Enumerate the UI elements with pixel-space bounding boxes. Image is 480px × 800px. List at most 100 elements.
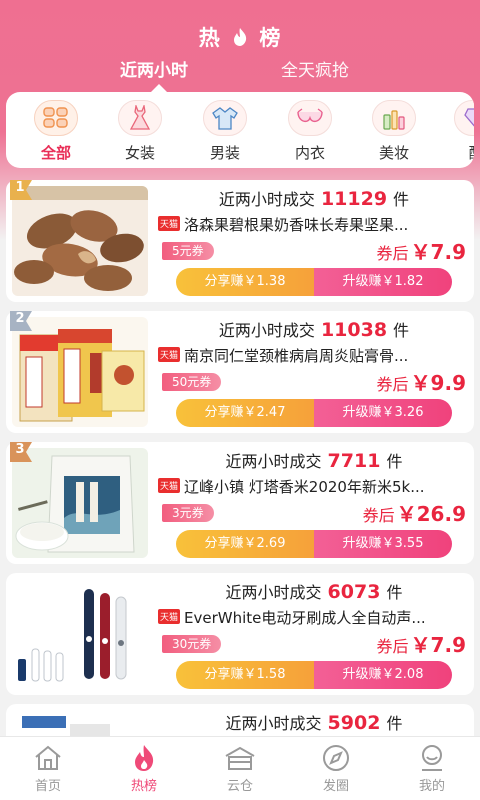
deal-line: 近两小时成交 5902 件	[156, 710, 472, 734]
rank-number: 2	[15, 311, 25, 326]
category-underwear[interactable]: 内衣	[280, 100, 340, 163]
rank-number: 3	[15, 442, 25, 457]
nav-home[interactable]: 首页	[0, 743, 96, 794]
deal-line: 近两小时成交 6073 件	[156, 579, 472, 603]
home-icon	[0, 743, 96, 773]
flame-icon	[96, 743, 192, 773]
dress-icon	[118, 100, 162, 136]
tmall-badge: 天猫	[158, 347, 181, 362]
price-after-coupon: 券后 ￥9.9	[377, 367, 466, 396]
after-label: 券后	[362, 506, 395, 525]
product-name[interactable]: 天猫 南京同仁堂颈椎病肩周炎贴膏骨...	[158, 345, 458, 366]
coupon-badge: 50元券	[162, 373, 222, 391]
upgrade-earn-button[interactable]: 升级赚￥3.55	[314, 530, 452, 558]
deal-line: 近两小时成交 11129 件	[156, 186, 472, 210]
product-title: 南京同仁堂颈椎病肩周炎贴膏骨...	[184, 347, 409, 365]
after-label: 券后	[376, 375, 409, 394]
deal-prefix: 近两小时成交	[225, 452, 322, 471]
deal-unit: 件	[386, 583, 403, 602]
coupon-badge: 30元券	[162, 635, 222, 653]
tab-all-day[interactable]: 全天疯抢	[281, 56, 349, 81]
deal-line: 近两小时成交 7711 件	[156, 448, 472, 472]
product-name[interactable]: 天猫 辽峰小镇 灯塔香米2020年新米5k...	[158, 476, 458, 497]
product-image-rice	[12, 448, 148, 558]
bottom-nav: 首页 热榜 云仓 发圈 我的	[0, 736, 480, 800]
nav-hot-list[interactable]: 热榜	[96, 743, 192, 794]
category-label: 男装	[209, 144, 240, 162]
product-image-toothbrush	[12, 579, 148, 689]
nav-moments[interactable]: 发圈	[288, 743, 384, 794]
upgrade-earn-button[interactable]: 升级赚￥1.82	[314, 268, 452, 296]
deal-unit: 件	[393, 190, 410, 209]
upgrade-earn-button[interactable]: 升级赚￥2.08	[314, 661, 452, 689]
jewelry-icon	[454, 100, 474, 136]
category-all[interactable]: 全部	[26, 100, 86, 163]
product-name[interactable]: 天猫 EverWhite电动牙刷成人全自动声...	[158, 607, 458, 628]
deal-unit: 件	[386, 452, 403, 471]
product-card[interactable]: 3 近两小时成交 7711 件 天猫 辽峰小镇 灯塔香米2020年新米5k... 3元…	[6, 442, 474, 564]
coupon-badge: 3元券	[162, 504, 214, 522]
deal-unit: 件	[386, 714, 403, 733]
deal-prefix: 近两小时成交	[225, 583, 322, 602]
compass-icon	[288, 743, 384, 773]
share-earn-button[interactable]: 分享赚￥1.38	[176, 268, 314, 296]
rank-number: 1	[15, 180, 25, 195]
price-value: ￥7.9	[410, 240, 466, 264]
deal-prefix: 近两小时成交	[218, 190, 315, 209]
deal-prefix: 近两小时成交	[218, 321, 315, 340]
cosmetics-icon	[372, 100, 416, 136]
product-card[interactable]: 近两小时成交 6073 件 天猫 EverWhite电动牙刷成人全自动声... 30元…	[6, 573, 474, 695]
title-left: 热	[198, 26, 221, 50]
nav-profile[interactable]: 我的	[384, 743, 480, 794]
rank-badge: 1	[8, 178, 36, 202]
upgrade-earn-button[interactable]: 升级赚￥3.26	[314, 399, 452, 427]
coupon-badge: 5元券	[162, 242, 214, 260]
deal-count: 11129	[320, 188, 388, 210]
category-makeup[interactable]: 美妆	[364, 100, 424, 163]
deal-count: 5902	[327, 712, 381, 734]
nav-label: 首页	[34, 779, 61, 794]
share-earn-button[interactable]: 分享赚￥2.69	[176, 530, 314, 558]
product-card[interactable]: 1 近两小时成交 11129 件 天猫 洛森果碧根果奶香味长寿果坚果... 5元券 券…	[6, 180, 474, 302]
share-earn-button[interactable]: 分享赚￥2.47	[176, 399, 314, 427]
category-men[interactable]: 男装	[195, 100, 255, 163]
page-title: 热 榜	[0, 22, 480, 52]
category-label: 美妆	[378, 144, 409, 162]
deal-unit: 件	[393, 321, 410, 340]
shirt-icon	[203, 100, 247, 136]
title-right: 榜	[259, 26, 282, 50]
tab-two-hours[interactable]: 近两小时	[120, 56, 188, 81]
nav-cloud-warehouse[interactable]: 云仓	[192, 743, 288, 794]
deal-prefix: 近两小时成交	[225, 714, 322, 733]
share-earn-button[interactable]: 分享赚￥1.58	[176, 661, 314, 689]
price-value: ￥9.9	[410, 371, 466, 395]
price-after-coupon: 券后 ￥7.9	[377, 236, 466, 265]
rank-badge: 2	[8, 309, 36, 333]
product-image-pecans	[12, 186, 148, 296]
grid-icon	[34, 100, 78, 136]
nav-label: 热榜	[130, 779, 157, 794]
after-label: 券后	[376, 244, 409, 263]
product-title: 辽峰小镇 灯塔香米2020年新米5k...	[184, 478, 425, 496]
product-title: EverWhite电动牙刷成人全自动声...	[184, 609, 426, 627]
product-image-plaster	[12, 317, 148, 427]
category-label: 配	[446, 142, 474, 163]
deal-line: 近两小时成交 11038 件	[156, 317, 472, 341]
after-label: 券后	[376, 637, 409, 656]
tab-indicator	[151, 84, 167, 92]
bra-icon	[288, 100, 332, 136]
price-value: ￥26.9	[396, 502, 466, 526]
product-card[interactable]: 2 近两小时成交 11038 件 天猫 南京同仁堂颈椎病肩周炎贴膏骨... 50元券 …	[6, 311, 474, 433]
profile-icon	[384, 743, 480, 773]
deal-count: 11038	[320, 319, 388, 341]
flame-icon	[231, 27, 249, 52]
nav-label: 云仓	[226, 779, 253, 794]
category-label: 全部	[40, 144, 71, 162]
nav-label: 我的	[418, 779, 445, 794]
category-accessories[interactable]: 配	[446, 100, 474, 163]
nav-label: 发圈	[322, 779, 349, 794]
product-title: 洛森果碧根果奶香味长寿果坚果...	[184, 216, 409, 234]
rank-badge: 3	[8, 440, 36, 464]
category-women[interactable]: 女装	[110, 100, 170, 163]
product-name[interactable]: 天猫 洛森果碧根果奶香味长寿果坚果...	[158, 214, 458, 235]
